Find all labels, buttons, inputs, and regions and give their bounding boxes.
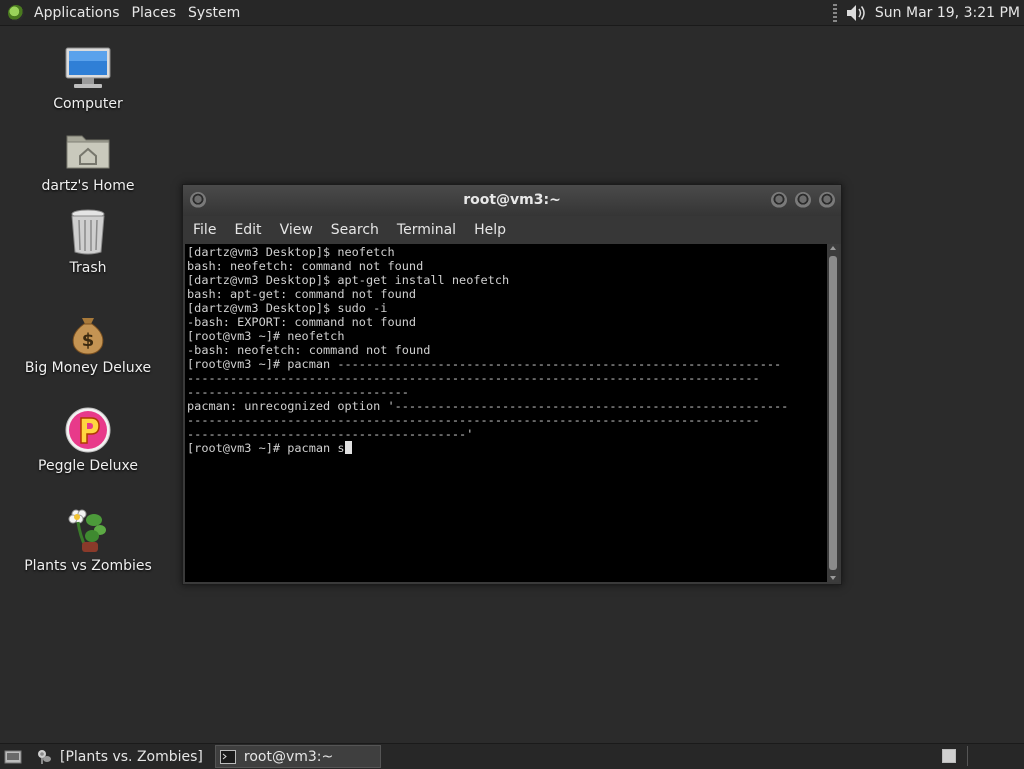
terminal-line: [dartz@vm3 Desktop]$ neofetch <box>187 245 395 259</box>
window-titlebar[interactable]: root@vm3:~ <box>183 185 841 216</box>
peggle-icon <box>64 406 112 454</box>
terminal-menubar: File Edit View Search Terminal Help <box>183 216 841 244</box>
terminal-line: ------------------------------- <box>187 385 409 399</box>
menu-terminal[interactable]: Terminal <box>391 222 468 238</box>
terminal-line: [root@vm3 ~]# neofetch <box>187 329 345 343</box>
menu-search[interactable]: Search <box>325 222 391 238</box>
terminal-line: -bash: neofetch: command not found <box>187 343 431 357</box>
taskbar-item-plants-vs-zombies[interactable]: [Plants vs. Zombies] <box>32 746 211 767</box>
terminal-output[interactable]: [dartz@vm3 Desktop]$ neofetch bash: neofe… <box>185 244 827 582</box>
terminal-line: bash: neofetch: command not found <box>187 259 424 273</box>
volume-icon[interactable] <box>845 3 867 23</box>
terminal-line: ---------------------------------------' <box>187 427 474 441</box>
system-menu[interactable]: System <box>182 5 246 21</box>
desktop-icon-trash[interactable]: Trash <box>18 208 158 276</box>
trash-icon <box>64 208 112 256</box>
window-title: root@vm3:~ <box>463 192 561 208</box>
terminal-line: pacman: unrecognized option '-----------… <box>187 399 789 413</box>
places-menu[interactable]: Places <box>126 5 183 21</box>
plants-vs-zombies-icon <box>38 749 51 764</box>
desktop-icon-label: Plants vs Zombies <box>24 558 152 574</box>
menu-edit[interactable]: Edit <box>228 222 273 238</box>
desktop-icon-peggle[interactable]: Peggle Deluxe <box>18 406 158 474</box>
desktop-icon-label: Computer <box>53 96 123 112</box>
taskbar-item-terminal[interactable]: root@vm3:~ <box>214 745 381 768</box>
gnome-foot-icon[interactable] <box>8 4 24 21</box>
terminal-window[interactable]: root@vm3:~ File Edit View Search Termina… <box>182 184 842 585</box>
home-folder-icon <box>64 126 112 174</box>
plants-vs-zombies-icon <box>64 506 112 554</box>
terminal-icon <box>219 749 236 764</box>
menu-file[interactable]: File <box>187 222 228 238</box>
applications-menu[interactable]: Applications <box>28 5 126 21</box>
desktop-icon-home[interactable]: dartz's Home <box>18 126 158 194</box>
prompt-text: [root@vm3 ~]# pacman s <box>187 441 345 455</box>
desktop-icon-label: dartz's Home <box>41 178 135 194</box>
terminal-line: ----------------------------------------… <box>187 371 760 385</box>
menu-help[interactable]: Help <box>468 222 518 238</box>
terminal-scrollbar[interactable] <box>827 244 839 582</box>
money-bag-icon: $ <box>64 308 112 356</box>
desktop-icon-plants-vs-zombies[interactable]: Plants vs Zombies <box>18 506 158 574</box>
clock[interactable]: Sun Mar 19, 3:21 PM <box>875 5 1024 21</box>
window-menu-icon[interactable] <box>190 192 206 208</box>
terminal-prompt-line[interactable]: [root@vm3 ~]# pacman s <box>187 441 825 455</box>
panel-tray: Sun Mar 19, 3:21 PM <box>832 0 1024 25</box>
menu-view[interactable]: View <box>274 222 325 238</box>
desktop-icon-computer[interactable]: Computer <box>18 44 158 112</box>
desktop-icon-label: Big Money Deluxe <box>24 360 152 376</box>
terminal-line: -bash: EXPORT: command not found <box>187 315 417 329</box>
panel-grip-icon[interactable] <box>832 3 837 22</box>
bottom-panel: [Plants vs. Zombies] root@vm3:~ <box>0 743 1024 769</box>
text-cursor <box>344 441 352 454</box>
terminal-line: bash: apt-get: command not found <box>187 287 417 301</box>
scrollbar-thumb[interactable] <box>829 256 837 570</box>
top-panel: Applications Places System Sun Mar 19, 3… <box>0 0 1024 26</box>
show-desktop-icon[interactable] <box>4 749 22 765</box>
terminal-line: [root@vm3 ~]# pacman -------------------… <box>187 357 782 371</box>
close-button[interactable] <box>819 192 835 208</box>
scroll-up-icon[interactable] <box>830 246 836 250</box>
minimize-button[interactable] <box>771 192 787 208</box>
terminal-area[interactable]: [dartz@vm3 Desktop]$ neofetch bash: neofe… <box>185 244 839 582</box>
terminal-line: [dartz@vm3 Desktop]$ sudo -i <box>187 301 388 315</box>
taskbar-item-label: [Plants vs. Zombies] <box>60 748 203 765</box>
computer-icon <box>64 44 112 92</box>
desktop-icon-big-money[interactable]: $ Big Money Deluxe <box>18 308 158 376</box>
workspace-switcher[interactable] <box>942 749 956 763</box>
terminal-line: ----------------------------------------… <box>187 413 760 427</box>
desktop-icon-label: Peggle Deluxe <box>38 458 138 474</box>
terminal-line: [dartz@vm3 Desktop]$ apt-get install neo… <box>187 273 510 287</box>
desktop-icon-label: Trash <box>69 260 107 276</box>
svg-text:$: $ <box>82 330 95 351</box>
maximize-button[interactable] <box>795 192 811 208</box>
scroll-down-icon[interactable] <box>830 576 836 580</box>
taskbar-item-label: root@vm3:~ <box>243 748 334 765</box>
panel-separator <box>967 746 968 766</box>
